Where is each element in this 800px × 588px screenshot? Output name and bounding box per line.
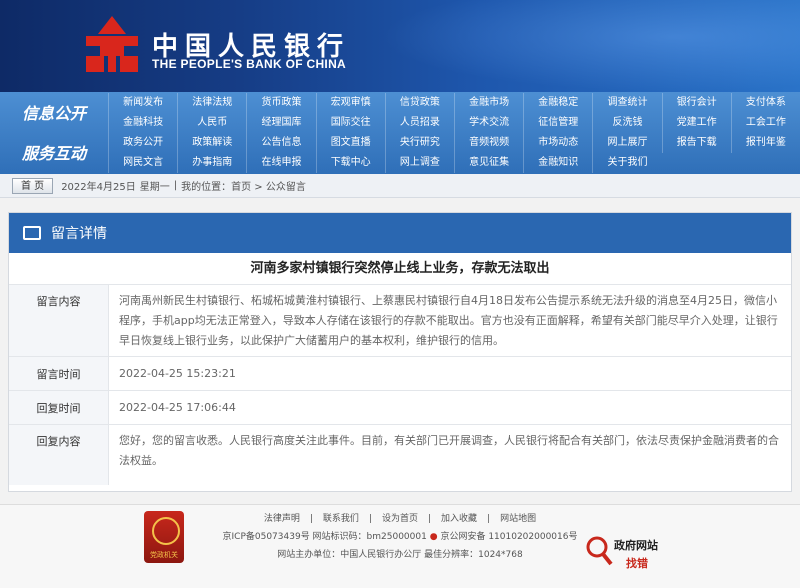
- nav-link[interactable]: 国际交往: [315, 113, 385, 133]
- footer-link[interactable]: 加入收藏: [441, 514, 477, 524]
- nav-link[interactable]: 网上调查: [384, 153, 454, 173]
- current-date: 2022年4月25日: [61, 182, 136, 193]
- site-header: 中国人民银行 THE PEOPLE'S BANK OF CHINA: [0, 0, 800, 92]
- nav-link[interactable]: 市场动态: [523, 133, 592, 153]
- nav-link[interactable]: 征信管理: [523, 113, 592, 133]
- nav-link[interactable]: 关于我们: [592, 153, 661, 173]
- row-value: 2022-04-25 15:23:21: [119, 366, 236, 380]
- nav-link[interactable]: 央行研究: [384, 133, 454, 153]
- icp-number[interactable]: 京ICP备05073439号 网站标识码：bm25000001: [223, 532, 427, 542]
- nav-link[interactable]: 网上展厅: [592, 133, 661, 153]
- footer-link[interactable]: 网站地图: [500, 514, 536, 524]
- nav-link[interactable]: 法律法规: [177, 93, 246, 113]
- message-bubble-icon: [23, 223, 41, 240]
- message-detail-panel: 留言详情 河南多家村镇银行突然停止线上业务，存款无法取出 留言内容 河南禹州新民…: [8, 212, 792, 492]
- footer-link[interactable]: 设为首页: [382, 514, 418, 524]
- footer-link[interactable]: 联系我们: [323, 514, 359, 524]
- nav-link[interactable]: 金融科技: [108, 113, 177, 133]
- nav-link[interactable]: 党建工作: [661, 113, 731, 133]
- gov-site-error-report[interactable]: 政府网站 找错: [584, 533, 674, 573]
- nav-link[interactable]: 金融市场: [453, 93, 523, 113]
- breadcrumb-location[interactable]: 我的位置：首页 > 公众留言: [181, 178, 306, 193]
- footer-separator: |: [368, 514, 372, 524]
- nav-link[interactable]: 下载中心: [315, 153, 385, 173]
- footer-separator: |: [428, 514, 432, 524]
- nav-link[interactable]: 图文直播: [315, 133, 385, 153]
- nav-link[interactable]: 支付体系: [730, 93, 800, 113]
- row-value: 您好，您的留言收悉。人民银行高度关注此事件。目前，有关部门已开展调查，人民银行将…: [119, 434, 779, 467]
- row-message-time: 留言时间 2022-04-25 15:23:21: [9, 357, 791, 391]
- nav-link[interactable]: 新闻发布: [108, 93, 177, 113]
- row-label: 留言时间: [9, 357, 109, 390]
- nav-link[interactable]: 反洗钱: [592, 113, 661, 133]
- row-label: 留言内容: [9, 285, 109, 356]
- nav-link[interactable]: 货币政策: [246, 93, 315, 113]
- panel-header: 留言详情: [9, 213, 791, 253]
- nav-row-1a: 新闻发布 法律法规 货币政策 宏观审慎 信贷政策 金融市场 金融稳定 调查统计 银行会计 支付体系: [108, 93, 800, 113]
- footer-links: 法律声明 | 联系我们 | 设为首页 | 加入收藏 | 网站地图: [0, 511, 800, 524]
- logo-english-name[interactable]: THE PEOPLE'S BANK OF CHINA: [152, 57, 346, 71]
- nav-row-2a: 政务公开 政策解读 公告信息 图文直播 央行研究 音频视频 市场动态 网上展厅 报告下载 报刊年鉴: [108, 133, 800, 153]
- row-value: 2022-04-25 17:06:44: [119, 400, 236, 414]
- current-weekday: 星期一: [139, 182, 170, 193]
- nav-link[interactable]: 工会工作: [730, 113, 800, 133]
- footer-separator: |: [309, 514, 313, 524]
- nav-link[interactable]: 报告下载: [661, 133, 731, 153]
- gov-site-action: 找错: [626, 557, 648, 570]
- nav-link[interactable]: 政务公开: [108, 133, 177, 153]
- footer-registration: 京ICP备05073439号 网站标识码：bm25000001 ● 京公网安备 …: [0, 529, 800, 542]
- nav-link[interactable]: 在线申报: [246, 153, 315, 173]
- breadcrumb-separator: |: [173, 180, 178, 191]
- nav-link[interactable]: 经理国库: [246, 113, 315, 133]
- nav-row-1b: 金融科技 人民币 经理国库 国际交往 人员招录 学术交流 征信管理 反洗钱 党建工作 工会工作: [108, 113, 800, 133]
- breadcrumb: 首 页 2022年4月25日 星期一 | 我的位置：首页 > 公众留言: [0, 174, 800, 198]
- nav-link[interactable]: 金融知识: [523, 153, 592, 173]
- nav-row-2b: 网民文言 办事指南 在线申报 下载中心 网上调查 意见征集 金融知识 关于我们: [108, 153, 800, 173]
- nav-link[interactable]: 人民币: [177, 113, 246, 133]
- nav-link[interactable]: 信贷政策: [384, 93, 454, 113]
- nav-link[interactable]: 学术交流: [453, 113, 523, 133]
- nav-link[interactable]: 金融稳定: [523, 93, 592, 113]
- nav-label-info-disclosure: 信息公开: [21, 104, 86, 123]
- nav-link[interactable]: 银行会计: [661, 93, 731, 113]
- site-footer: 党政机关 法律声明 | 联系我们 | 设为首页 | 加入收藏 | 网站地图 京ICP备05073…: [0, 504, 800, 588]
- main-navigation: 信息公开 服务互动 新闻发布 法律法规 货币政策 宏观审慎 信贷政策 金融市场 金融稳定 调查…: [0, 92, 800, 174]
- row-label: 回复时间: [9, 391, 109, 424]
- magnifier-icon: [586, 536, 613, 566]
- row-value: 河南禹州新民生村镇银行、柘城柘城黄淮村镇银行、上蔡惠民村镇银行自4月18日发布公…: [119, 294, 778, 347]
- message-title: 河南多家村镇银行突然停止线上业务，存款无法取出: [9, 253, 791, 285]
- panel-heading: 留言详情: [51, 226, 107, 242]
- footer-separator: |: [487, 514, 491, 524]
- nav-link[interactable]: 公告信息: [246, 133, 315, 153]
- police-record[interactable]: 京公网安备 11010202000016号: [440, 532, 577, 542]
- nav-label-service-interaction: 服务互动: [21, 144, 86, 163]
- row-reply-time: 回复时间 2022-04-25 17:06:44: [9, 391, 791, 425]
- nav-link[interactable]: 宏观审慎: [315, 93, 385, 113]
- nav-link[interactable]: 政策解读: [177, 133, 246, 153]
- nav-link[interactable]: 音频视频: [453, 133, 523, 153]
- row-reply-content: 回复内容 您好，您的留言收悉。人民银行高度关注此事件。目前，有关部门已开展调查，…: [9, 425, 791, 485]
- row-message-content: 留言内容 河南禹州新民生村镇银行、柘城柘城黄淮村镇银行、上蔡惠民村镇银行自4月1…: [9, 285, 791, 357]
- footer-link[interactable]: 法律声明: [264, 514, 300, 524]
- nav-link[interactable]: 办事指南: [177, 153, 246, 173]
- footer-host: 网站主办单位：中国人民银行办公厅 最佳分辨率：1024*768: [277, 550, 523, 560]
- nav-link[interactable]: 调查统计: [592, 93, 661, 113]
- nav-link[interactable]: 报刊年鉴: [730, 133, 800, 153]
- row-label: 回复内容: [9, 425, 109, 485]
- nav-link[interactable]: 人员招录: [384, 113, 454, 133]
- home-button[interactable]: 首 页: [12, 177, 54, 194]
- gov-site-title: 政府网站: [614, 539, 658, 552]
- nav-link[interactable]: 意见征集: [453, 153, 523, 173]
- police-badge-icon: ●: [429, 532, 438, 542]
- page: 中国人民银行 THE PEOPLE'S BANK OF CHINA 信息公开 服…: [0, 0, 800, 588]
- nav-link[interactable]: 网民文言: [108, 153, 177, 173]
- pboc-logo-icon[interactable]: [80, 14, 144, 76]
